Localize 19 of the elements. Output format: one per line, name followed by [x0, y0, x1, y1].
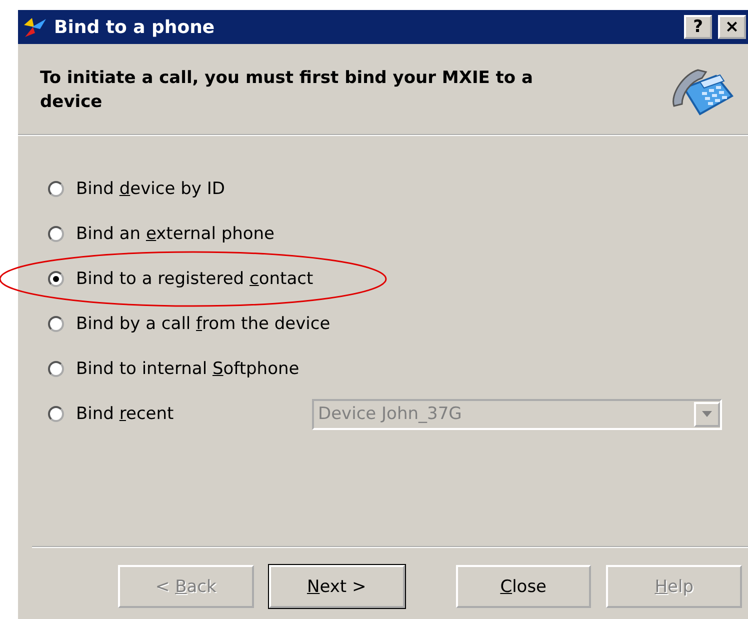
wizard-button[interactable]: Next > — [268, 565, 404, 608]
radio-button[interactable] — [48, 226, 64, 242]
radio-button[interactable] — [48, 406, 64, 422]
help-button[interactable]: ? — [684, 15, 712, 39]
radio-button[interactable] — [48, 271, 64, 287]
option-label[interactable]: Bind an external phone — [76, 224, 311, 244]
window-title: Bind to a phone — [54, 16, 216, 38]
radio-button[interactable] — [48, 361, 64, 377]
option-label[interactable]: Bind to internal Softphone — [76, 359, 311, 379]
radio-button[interactable] — [48, 181, 64, 197]
close-button[interactable]: × — [718, 15, 746, 39]
app-icon — [22, 15, 48, 39]
option-label[interactable]: Bind to a registered contact — [76, 269, 314, 289]
wizard-button[interactable]: Close — [456, 565, 592, 608]
radio-button[interactable] — [48, 316, 64, 332]
header-text: To initiate a call, you must first bind your MXIE to a device — [40, 67, 534, 114]
option-label[interactable]: Bind recent — [76, 404, 311, 424]
option-label[interactable]: Bind device by ID — [76, 179, 311, 199]
option-label[interactable]: Bind by a call from the device — [76, 314, 330, 334]
